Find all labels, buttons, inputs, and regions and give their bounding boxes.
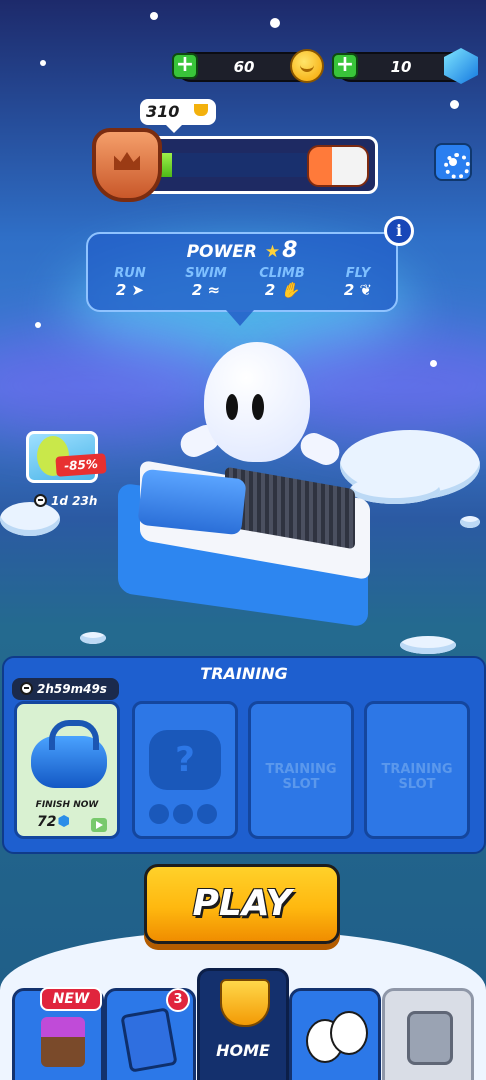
training-timer: 2h59m49s	[12, 678, 119, 700]
trophy-count-value: 310	[146, 102, 180, 121]
mystery-item-icon: ?	[149, 730, 221, 790]
offer-discount-badge: -85%	[55, 453, 107, 477]
run-icon: ➤	[131, 281, 145, 299]
snowflake	[35, 322, 41, 328]
calendar-icon	[407, 1011, 453, 1065]
snowflake	[150, 12, 158, 20]
play-label: PLAY	[192, 883, 292, 924]
ice-floe	[400, 636, 456, 654]
training-slot-label: TRAINING SLOT	[265, 762, 337, 792]
league-crown-icon[interactable]	[92, 128, 162, 202]
settings-gear-icon[interactable]	[434, 143, 472, 181]
trophy-progress-track	[147, 153, 323, 177]
stat-label: SWIM	[185, 266, 227, 281]
training-slot-locked[interactable]: ?	[132, 701, 238, 839]
training-slot-empty[interactable]: TRAINING SLOT	[364, 701, 470, 839]
stat-label: RUN	[114, 266, 146, 281]
stat-value: 2	[191, 281, 203, 299]
coin-icon	[290, 49, 324, 83]
trophy-icon	[220, 979, 270, 1027]
power-label: POWER	[186, 242, 257, 262]
snowflake	[430, 360, 437, 367]
power-value: 8	[282, 238, 298, 263]
trophy-road-bar[interactable]	[132, 136, 378, 194]
shop-icon	[41, 1017, 85, 1067]
snowflake	[270, 18, 280, 28]
training-timer-value: 2h59m49s	[37, 682, 107, 696]
add-coins-button[interactable]: +	[172, 53, 198, 79]
finish-now-label: FINISH NOW	[35, 800, 99, 810]
character-eye	[226, 394, 238, 420]
training-slot-label: TRAINING SLOT	[381, 762, 453, 792]
climb-icon: ✋	[280, 281, 300, 299]
notification-count-badge: 3	[166, 988, 190, 1012]
fly-icon: ❦	[359, 281, 373, 299]
finish-now-cost[interactable]: 72	[37, 814, 70, 830]
reward-chest-icon	[307, 145, 369, 187]
gems-value: 10	[390, 58, 412, 76]
new-badge: NEW	[40, 987, 102, 1011]
trophy-icon	[194, 104, 208, 116]
cards-icon	[120, 1007, 178, 1073]
snowflake	[450, 100, 459, 109]
coins-counter[interactable]: + 60	[172, 49, 324, 83]
gems-counter[interactable]: + 10	[332, 48, 478, 84]
player-character[interactable]	[204, 342, 310, 462]
stat-climb: CLIMB 2 ✋	[252, 266, 312, 299]
stat-value: 2	[264, 281, 276, 299]
coins-value: 60	[233, 58, 255, 76]
clock-icon	[20, 682, 33, 695]
nav-events-locked[interactable]	[382, 988, 474, 1080]
training-slot-active[interactable]: FINISH NOW 72	[14, 701, 120, 839]
stat-label: CLIMB	[259, 266, 305, 281]
add-gems-button[interactable]: +	[332, 53, 358, 79]
stat-fly: FLY 2 ❦	[328, 266, 388, 299]
trophy-count: 310	[140, 99, 216, 133]
characters-icon	[306, 1011, 368, 1065]
star-icon: ★	[264, 242, 281, 262]
treadmill-handle	[137, 468, 247, 536]
stat-value: 2	[343, 281, 355, 299]
ice-floe	[460, 516, 480, 528]
nav-characters[interactable]	[289, 988, 381, 1080]
swim-icon: ≈	[207, 281, 221, 299]
duffel-bag-icon	[31, 720, 107, 788]
info-button[interactable]: i	[384, 216, 414, 246]
nav-home-label: HOME	[216, 1041, 270, 1060]
gem-icon	[444, 48, 478, 84]
video-ad-icon[interactable]	[91, 818, 107, 832]
clock-icon	[34, 494, 47, 507]
stat-label: FLY	[345, 266, 371, 281]
offer-timer-value: 1d 23h	[51, 494, 98, 508]
slot-progress-dots	[149, 804, 221, 828]
finish-cost-value: 72	[37, 814, 57, 830]
stat-swim: SWIM 2 ≈	[176, 266, 236, 299]
play-button[interactable]: PLAY	[144, 864, 340, 944]
gem-icon	[58, 815, 70, 827]
stat-run: RUN 2 ➤	[100, 266, 160, 299]
power-title: POWER ★8	[88, 238, 396, 263]
snowflake	[40, 60, 46, 66]
ice-floe	[80, 632, 106, 644]
training-slot-empty[interactable]: TRAINING SLOT	[248, 701, 354, 839]
offer-timer: 1d 23h	[34, 494, 97, 508]
character-eye	[252, 394, 264, 420]
stat-value: 2	[115, 281, 127, 299]
nav-home[interactable]: HOME	[197, 968, 289, 1080]
power-panel: POWER ★8 RUN 2 ➤ SWIM 2 ≈ CLIMB 2 ✋ FLY …	[86, 232, 398, 326]
